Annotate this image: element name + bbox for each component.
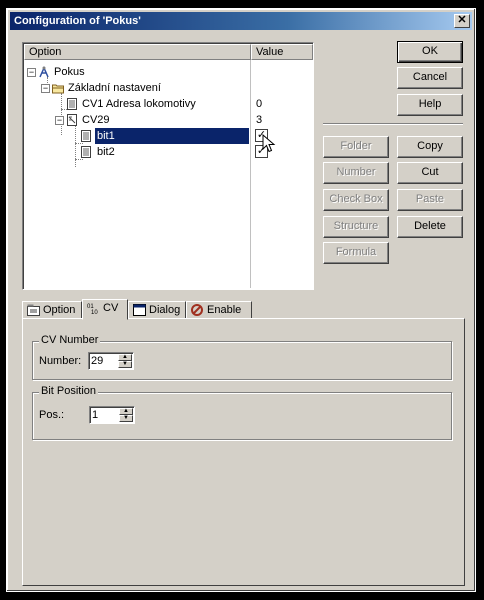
tab-dialog[interactable]: Dialog	[128, 301, 186, 319]
bits-icon	[67, 114, 77, 126]
cv-tab-panel: CV Number Number: ▲ ▼ Bit Position Pos.:…	[22, 318, 465, 586]
delete-button[interactable]: Delete	[397, 216, 463, 238]
device-icon	[39, 66, 49, 78]
pos-input[interactable]	[92, 408, 118, 421]
tab-enable[interactable]: Enable	[186, 301, 252, 319]
pos-spinner[interactable]: ▲ ▼	[89, 406, 135, 424]
checkbox-item-icon	[81, 146, 91, 158]
paste-button[interactable]: Paste	[397, 189, 463, 211]
column-header-value[interactable]: Value	[251, 44, 313, 60]
spin-down-button[interactable]: ▼	[118, 361, 132, 368]
checkbox-item-icon	[81, 130, 91, 142]
spin-up-button[interactable]: ▲	[119, 408, 133, 415]
configuration-dialog: Configuration of 'Pokus' ✕ Option Value …	[6, 8, 476, 592]
spin-up-button[interactable]: ▲	[118, 354, 132, 361]
window-title: Configuration of 'Pokus'	[14, 15, 141, 27]
number-input[interactable]	[91, 354, 117, 367]
tree-line	[75, 143, 83, 144]
tree-node-bit2[interactable]: bit2	[97, 144, 115, 160]
structure-button[interactable]: Structure	[323, 216, 389, 238]
enable-icon	[191, 304, 203, 316]
bit-position-group: Bit Position Pos.: ▲ ▼	[32, 385, 452, 440]
bit-position-group-label: Bit Position	[39, 385, 99, 397]
tree-node-zakladni-nastaveni[interactable]: Základní nastavení	[68, 80, 161, 96]
svg-text:10: 10	[91, 310, 98, 314]
collapse-toggle[interactable]: −	[55, 116, 64, 125]
cv-number-group: CV Number Number: ▲ ▼	[32, 334, 452, 380]
tree-node-pokus[interactable]: Pokus	[54, 64, 85, 80]
mouse-cursor-icon	[262, 134, 276, 153]
tab-option-label: Option	[43, 304, 76, 316]
tree-line	[61, 93, 62, 135]
check-box-button[interactable]: Check Box	[323, 189, 389, 211]
folder-button[interactable]: Folder	[323, 136, 389, 158]
collapse-toggle[interactable]: −	[41, 84, 50, 93]
folder-icon	[52, 84, 64, 94]
tab-dialog-label: Dialog	[149, 304, 181, 316]
close-button[interactable]: ✕	[454, 14, 470, 28]
tree-line	[75, 125, 76, 167]
tab-cv[interactable]: 01 10 CV	[82, 299, 128, 320]
ok-button[interactable]: OK	[397, 41, 463, 63]
number-spinner[interactable]: ▲ ▼	[88, 352, 134, 370]
spin-down-button[interactable]: ▼	[119, 415, 133, 422]
tree-node-cv1[interactable]: CV1 Adresa lokomotivy	[82, 96, 196, 112]
column-header-option[interactable]: Option	[24, 44, 251, 60]
tab-option[interactable]: Option	[22, 301, 82, 319]
column-divider	[250, 60, 251, 288]
button-separator	[323, 123, 463, 125]
option-icon	[27, 304, 40, 316]
title-bar[interactable]: Configuration of 'Pokus' ✕	[10, 12, 472, 30]
pos-label: Pos.:	[39, 409, 65, 421]
number-label: Number:	[39, 355, 82, 367]
cv-icon: 01 10	[87, 304, 98, 314]
tab-cv-label: CV	[103, 302, 119, 314]
tree-node-cv29[interactable]: CV29	[82, 112, 110, 128]
formula-button[interactable]: Formula	[323, 242, 389, 264]
cut-button[interactable]: Cut	[397, 162, 463, 184]
number-button[interactable]: Number	[323, 162, 389, 184]
cv-number-group-label: CV Number	[39, 334, 101, 346]
tree-node-bit1[interactable]: bit1	[95, 128, 249, 144]
copy-button[interactable]: Copy	[397, 136, 463, 158]
tree-line	[75, 159, 83, 160]
tree-value-cv29: 3	[256, 114, 263, 126]
number-icon	[67, 98, 77, 110]
cancel-button[interactable]: Cancel	[397, 67, 463, 89]
tree-value-cv1: 0	[256, 98, 263, 110]
tab-enable-label: Enable	[207, 304, 242, 316]
collapse-toggle[interactable]: −	[27, 68, 36, 77]
help-button[interactable]: Help	[397, 94, 463, 116]
dialog-icon	[133, 304, 146, 316]
option-tree[interactable]: Option Value − Pokus − Základní nastaven…	[22, 42, 314, 290]
